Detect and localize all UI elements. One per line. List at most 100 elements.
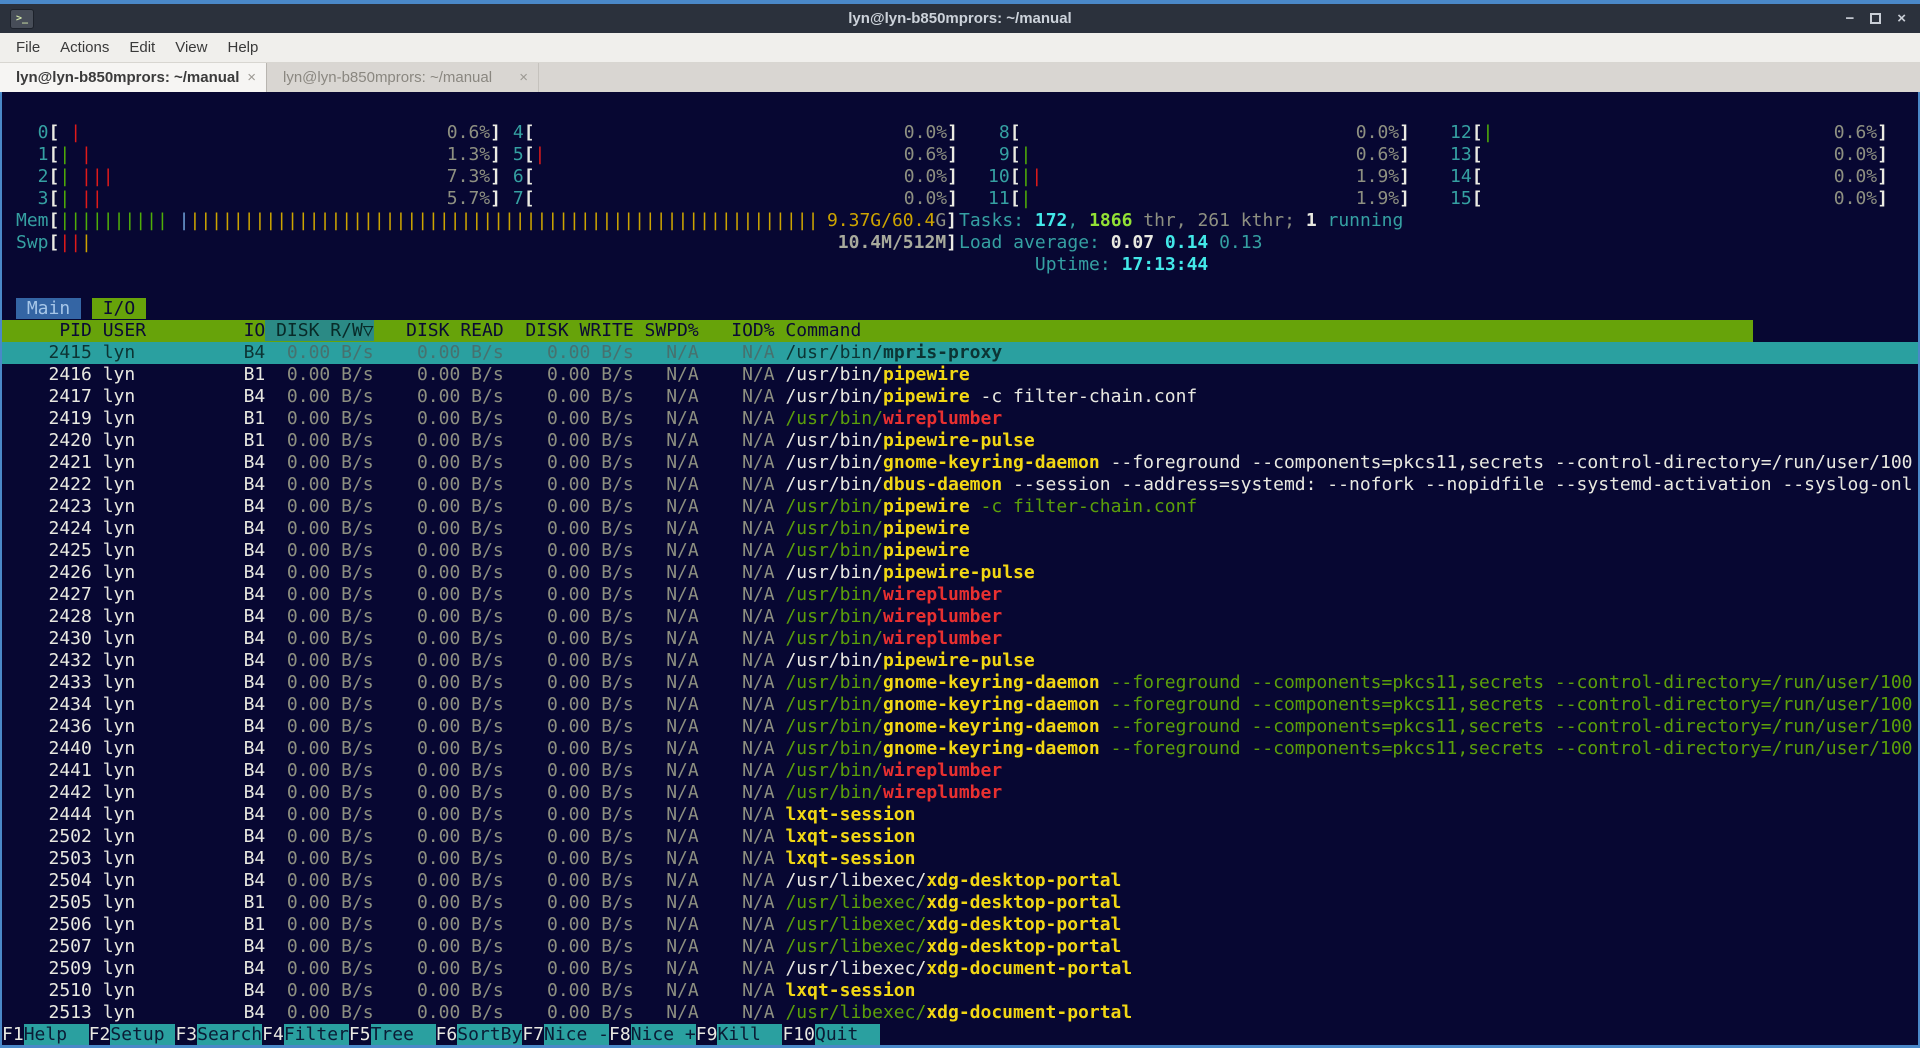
- process-row-2427[interactable]: 2427 lyn B4 0.00 B/s 0.00 B/s 0.00 B/s N…: [2, 584, 1918, 606]
- uptime: Uptime: 17:13:44: [959, 254, 1208, 276]
- memory-meter: Mem[|||||||||| |||||||||||||||||||||||||…: [16, 210, 957, 232]
- menu-file[interactable]: File: [6, 39, 50, 56]
- cpu-meter-7: 7[0.0%]: [502, 188, 958, 210]
- htop-terminal-screen[interactable]: 0[ |0.6%] 1[| |1.3%] 2[| |||7.3%] 3[| ||…: [0, 92, 1920, 1048]
- cpu-meter-4: 4[0.0%]: [502, 122, 958, 144]
- tab-1-close-icon[interactable]: ×: [247, 69, 256, 86]
- maximize-button[interactable]: [1870, 13, 1881, 24]
- fn-nice-+[interactable]: F8Nice +: [609, 1024, 696, 1045]
- meter-tick: |: [786, 210, 797, 231]
- fn-quit[interactable]: F10Quit: [782, 1024, 880, 1045]
- process-row-2506[interactable]: 2506 lyn B1 0.00 B/s 0.00 B/s 0.00 B/s N…: [2, 914, 1918, 936]
- cpu-percent: 0.0%: [904, 166, 947, 188]
- window-controls: − ×: [1845, 9, 1906, 29]
- meter-tick: |: [493, 210, 504, 231]
- cpu-meter-14: 14[0.0%]: [1450, 166, 1888, 188]
- process-table-header[interactable]: PID USER IO DISK R/W▽ DISK READ DISK WRI…: [2, 320, 1753, 342]
- process-row-2424[interactable]: 2424 lyn B4 0.00 B/s 0.00 B/s 0.00 B/s N…: [2, 518, 1918, 540]
- cpu-label: 6: [502, 166, 524, 188]
- swap-meter: Swp[|||10.4M/512M]: [16, 232, 957, 254]
- process-row-2440[interactable]: 2440 lyn B4 0.00 B/s 0.00 B/s 0.00 B/s N…: [2, 738, 1918, 760]
- process-row-2509[interactable]: 2509 lyn B4 0.00 B/s 0.00 B/s 0.00 B/s N…: [2, 958, 1918, 980]
- menu-actions[interactable]: Actions: [50, 39, 119, 56]
- screen-tab-main[interactable]: Main: [16, 298, 81, 319]
- fn-search[interactable]: F3Search: [175, 1024, 262, 1045]
- cpu-percent: 0.6%: [447, 122, 490, 144]
- cpu-label: 3: [16, 188, 49, 210]
- process-row-2505[interactable]: 2505 lyn B1 0.00 B/s 0.00 B/s 0.00 B/s N…: [2, 892, 1918, 914]
- fn-help[interactable]: F1Help: [2, 1024, 89, 1045]
- meter-tick: |: [461, 210, 472, 231]
- process-row-2419[interactable]: 2419 lyn B1 0.00 B/s 0.00 B/s 0.00 B/s N…: [2, 408, 1918, 430]
- meter-tick: |: [1021, 144, 1032, 165]
- meter-tick: |: [222, 210, 233, 231]
- cpu-meter-11: 11[|1.9%]: [988, 188, 1410, 210]
- fn-nice--[interactable]: F7Nice -: [522, 1024, 609, 1045]
- meter-tick: |: [200, 210, 211, 231]
- process-row-2417[interactable]: 2417 lyn B4 0.00 B/s 0.00 B/s 0.00 B/s N…: [2, 386, 1918, 408]
- meter-tick: |: [645, 210, 656, 231]
- close-button[interactable]: ×: [1897, 9, 1906, 29]
- fn-filter[interactable]: F4Filter: [262, 1024, 349, 1045]
- process-row-2507[interactable]: 2507 lyn B4 0.00 B/s 0.00 B/s 0.00 B/s N…: [2, 936, 1918, 958]
- meter-tick: |: [612, 210, 623, 231]
- minimize-button[interactable]: −: [1845, 9, 1854, 29]
- fn-sortby[interactable]: F6SortBy: [436, 1024, 523, 1045]
- process-row-2416[interactable]: 2416 lyn B1 0.00 B/s 0.00 B/s 0.00 B/s N…: [2, 364, 1918, 386]
- column-header-disk-rw-sorted[interactable]: DISK R/W▽: [265, 320, 373, 341]
- tab-2-inactive[interactable]: lyn@lyn-b850mprors: ~/manual ×: [267, 63, 539, 92]
- meter-tick: |: [189, 210, 200, 231]
- meter-tick: |: [808, 210, 819, 231]
- process-row-2442[interactable]: 2442 lyn B4 0.00 B/s 0.00 B/s 0.00 B/s N…: [2, 782, 1918, 804]
- screen-tab-i-o[interactable]: I/O: [92, 298, 146, 319]
- process-row-2433[interactable]: 2433 lyn B4 0.00 B/s 0.00 B/s 0.00 B/s N…: [2, 672, 1918, 694]
- process-row-2434[interactable]: 2434 lyn B4 0.00 B/s 0.00 B/s 0.00 B/s N…: [2, 694, 1918, 716]
- tab-1-active[interactable]: lyn@lyn-b850mprors: ~/manual ×: [0, 63, 267, 92]
- process-row-2502[interactable]: 2502 lyn B4 0.00 B/s 0.00 B/s 0.00 B/s N…: [2, 826, 1918, 848]
- tab-2-close-icon[interactable]: ×: [519, 69, 528, 86]
- process-row-2421[interactable]: 2421 lyn B4 0.00 B/s 0.00 B/s 0.00 B/s N…: [2, 452, 1918, 474]
- cpu-meter-6: 6[0.0%]: [502, 166, 958, 188]
- process-row-2436[interactable]: 2436 lyn B4 0.00 B/s 0.00 B/s 0.00 B/s N…: [2, 716, 1918, 738]
- cpu-meter-8: 8[0.0%]: [988, 122, 1410, 144]
- cpu-percent: 0.0%: [1834, 144, 1877, 166]
- meter-tick: |: [677, 210, 688, 231]
- process-row-2444[interactable]: 2444 lyn B4 0.00 B/s 0.00 B/s 0.00 B/s N…: [2, 804, 1918, 826]
- cpu-percent: 1.3%: [447, 144, 490, 166]
- process-row-2425[interactable]: 2425 lyn B4 0.00 B/s 0.00 B/s 0.00 B/s N…: [2, 540, 1918, 562]
- titlebar[interactable]: >_ lyn@lyn-b850mprors: ~/manual − ×: [0, 4, 1920, 33]
- process-table: 2415 lyn B4 0.00 B/s 0.00 B/s 0.00 B/s N…: [2, 342, 1918, 1024]
- process-row-2430[interactable]: 2430 lyn B4 0.00 B/s 0.00 B/s 0.00 B/s N…: [2, 628, 1918, 650]
- process-row-2513[interactable]: 2513 lyn B4 0.00 B/s 0.00 B/s 0.00 B/s N…: [2, 1002, 1918, 1024]
- meter-tick: |: [276, 210, 287, 231]
- process-row-2428[interactable]: 2428 lyn B4 0.00 B/s 0.00 B/s 0.00 B/s N…: [2, 606, 1918, 628]
- fn-setup[interactable]: F2Setup: [89, 1024, 176, 1045]
- process-row-2420[interactable]: 2420 lyn B1 0.00 B/s 0.00 B/s 0.00 B/s N…: [2, 430, 1918, 452]
- function-key-bar: F1Help F2Setup F3SearchF4FilterF5Tree F6…: [2, 1024, 880, 1045]
- meter-tick: |: [547, 210, 558, 231]
- process-row-2415[interactable]: 2415 lyn B4 0.00 B/s 0.00 B/s 0.00 B/s N…: [2, 342, 1918, 364]
- process-row-2423[interactable]: 2423 lyn B4 0.00 B/s 0.00 B/s 0.00 B/s N…: [2, 496, 1918, 518]
- cpu-label: 11: [988, 188, 1010, 210]
- meter-tick: |: [374, 210, 385, 231]
- process-row-2503[interactable]: 2503 lyn B4 0.00 B/s 0.00 B/s 0.00 B/s N…: [2, 848, 1918, 870]
- cpu-meter-5: 5[|0.6%]: [502, 144, 958, 166]
- menu-edit[interactable]: Edit: [119, 39, 165, 56]
- process-row-2422[interactable]: 2422 lyn B4 0.00 B/s 0.00 B/s 0.00 B/s N…: [2, 474, 1918, 496]
- meter-tick: |: [667, 210, 678, 231]
- process-row-2504[interactable]: 2504 lyn B4 0.00 B/s 0.00 B/s 0.00 B/s N…: [2, 870, 1918, 892]
- process-row-2441[interactable]: 2441 lyn B4 0.00 B/s 0.00 B/s 0.00 B/s N…: [2, 760, 1918, 782]
- fn-kill[interactable]: F9Kill: [696, 1024, 783, 1045]
- fn-tree[interactable]: F5Tree: [349, 1024, 436, 1045]
- cpu-percent: 0.6%: [1356, 144, 1399, 166]
- cpu-meter-0: 0[ |0.6%]: [16, 122, 501, 144]
- meter-tick: |: [81, 188, 92, 209]
- window-title: lyn@lyn-b850mprors: ~/manual: [0, 10, 1920, 27]
- meter-tick: |: [764, 210, 775, 231]
- meter-tick: |: [1483, 122, 1494, 143]
- menu-view[interactable]: View: [165, 39, 217, 56]
- process-row-2432[interactable]: 2432 lyn B4 0.00 B/s 0.00 B/s 0.00 B/s N…: [2, 650, 1918, 672]
- process-row-2426[interactable]: 2426 lyn B4 0.00 B/s 0.00 B/s 0.00 B/s N…: [2, 562, 1918, 584]
- process-row-2510[interactable]: 2510 lyn B4 0.00 B/s 0.00 B/s 0.00 B/s N…: [2, 980, 1918, 1002]
- menu-help[interactable]: Help: [217, 39, 268, 56]
